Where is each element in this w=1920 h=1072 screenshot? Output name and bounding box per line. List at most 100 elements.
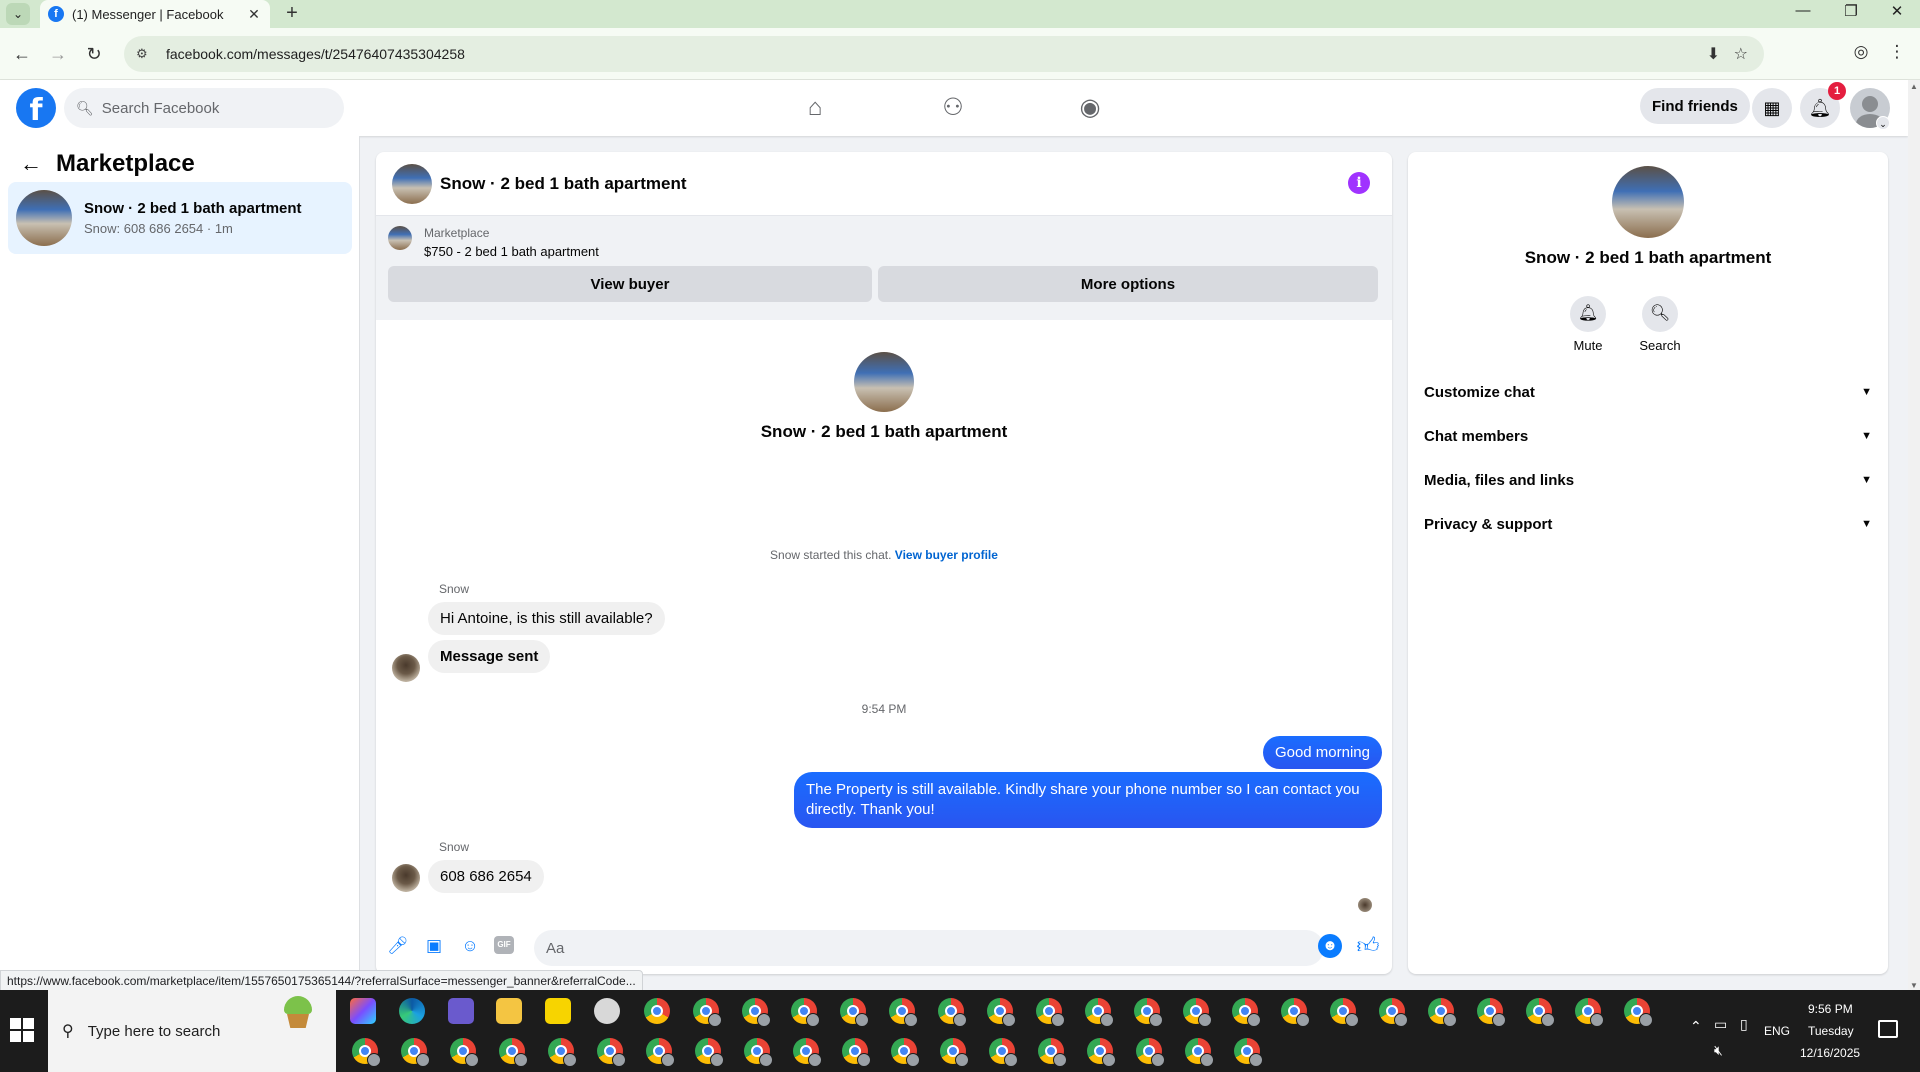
tab-close-icon[interactable]: ✕: [246, 6, 262, 23]
chrome-profile-icon[interactable]: [791, 998, 820, 1027]
chrome-profile-icon[interactable]: [744, 1038, 773, 1067]
reload-icon[interactable]: ↻: [80, 40, 108, 68]
banner-listing[interactable]: $750 - 2 bed 1 bath apartment: [424, 244, 599, 259]
search-highlight-cupcake-icon[interactable]: [284, 996, 312, 1030]
chrome-profile-icon[interactable]: [1281, 998, 1310, 1027]
page-scrollbar[interactable]: ▲ ▼: [1908, 80, 1920, 992]
thumbs-up-icon[interactable]: 👍︎: [1354, 932, 1382, 960]
chrome-profile-icon[interactable]: [1036, 998, 1065, 1027]
chrome-profile-icon[interactable]: [1575, 998, 1604, 1027]
chrome-profile-icon[interactable]: [499, 1038, 528, 1067]
mute-action[interactable]: 🔔︎ Mute: [1558, 296, 1618, 353]
outgoing-message[interactable]: The Property is still available. Kindly …: [794, 772, 1382, 828]
sender-avatar[interactable]: [392, 864, 420, 892]
chrome-profile-icon[interactable]: [1379, 998, 1408, 1027]
address-bar[interactable]: ⚙ facebook.com/messages/t/25476407435304…: [124, 36, 1764, 72]
copilot-icon[interactable]: [350, 998, 376, 1024]
windows-start-icon[interactable]: [10, 1018, 34, 1042]
chrome-profile-icon[interactable]: [742, 998, 771, 1027]
chrome-profile-icon[interactable]: [401, 1038, 430, 1067]
chrome-profile-icon[interactable]: [1232, 998, 1261, 1027]
restore-icon[interactable]: ❐: [1836, 2, 1866, 20]
chrome-profile-icon[interactable]: [940, 1038, 969, 1067]
view-buyer-button[interactable]: View buyer: [388, 266, 872, 302]
clock-date[interactable]: 12/16/2025: [1800, 1046, 1860, 1060]
chrome-profile-icon[interactable]: [1087, 1038, 1116, 1067]
back-arrow-icon[interactable]: ←: [8, 40, 36, 68]
chrome-profile-icon[interactable]: [1183, 998, 1212, 1027]
section-chat-members[interactable]: Chat members ▼: [1424, 418, 1872, 454]
sticker-icon[interactable]: ☺: [458, 934, 482, 958]
tab-search-chevron-icon[interactable]: ⌄: [6, 3, 30, 25]
chrome-profile-icon[interactable]: [1085, 998, 1114, 1027]
chrome-profile-icon[interactable]: [1428, 998, 1457, 1027]
chrome-profile-icon[interactable]: [1624, 998, 1653, 1027]
outgoing-message[interactable]: Good morning: [1262, 736, 1382, 769]
chrome-profile-icon[interactable]: [889, 998, 918, 1027]
chrome-profile-icon[interactable]: [693, 998, 722, 1027]
chrome-profile-icon[interactable]: [1234, 1038, 1263, 1067]
incoming-message[interactable]: Message sent: [428, 640, 551, 673]
window-close-icon[interactable]: ✕: [1882, 2, 1912, 20]
file-explorer-icon[interactable]: [496, 998, 522, 1024]
network-icon[interactable]: ▭: [1714, 1016, 1727, 1033]
facebook-search-input[interactable]: 🔍︎ Search Facebook: [64, 88, 344, 128]
microphone-icon[interactable]: 🎤︎: [386, 934, 410, 958]
chrome-profile-icon[interactable]: [987, 998, 1016, 1027]
clipchamp-icon[interactable]: [448, 998, 474, 1024]
minimize-icon[interactable]: —: [1788, 2, 1818, 19]
app-icon[interactable]: [594, 998, 620, 1024]
bookmark-star-icon[interactable]: ☆: [1734, 44, 1748, 64]
chrome-profile-icon[interactable]: [989, 1038, 1018, 1067]
info-icon[interactable]: i: [1348, 172, 1370, 194]
tray-overflow-chevron-icon[interactable]: ⌃: [1690, 1018, 1702, 1035]
language-indicator[interactable]: ENG: [1764, 1024, 1790, 1038]
url-text[interactable]: facebook.com/messages/t/2547640743530425…: [166, 46, 465, 62]
browser-tab[interactable]: f (1) Messenger | Facebook ✕: [40, 0, 270, 28]
account-chevron-icon[interactable]: ⌄: [1876, 116, 1890, 130]
sticky-notes-icon[interactable]: [545, 998, 571, 1024]
home-icon[interactable]: ⌂: [795, 90, 835, 126]
incoming-message[interactable]: 608 686 2654: [428, 860, 544, 893]
friends-icon[interactable]: ⚇: [933, 90, 973, 126]
profile-icon[interactable]: ◎: [1848, 42, 1874, 62]
facebook-logo-icon[interactable]: f: [16, 88, 56, 128]
chrome-profile-icon[interactable]: [1134, 998, 1163, 1027]
new-tab-plus-icon[interactable]: +: [280, 2, 304, 25]
scroll-up-icon[interactable]: ▲: [1908, 82, 1920, 91]
search-icon[interactable]: 🔍︎: [1642, 296, 1678, 332]
forward-arrow-icon[interactable]: →: [44, 40, 72, 68]
find-friends-button[interactable]: Find friends: [1640, 88, 1750, 124]
chrome-profile-icon[interactable]: [840, 998, 869, 1027]
bell-icon[interactable]: 🔔︎: [1570, 296, 1606, 332]
menu-grid-icon[interactable]: ▦: [1752, 88, 1792, 128]
gif-icon[interactable]: GIF: [494, 936, 514, 954]
chrome-profile-icon[interactable]: [1330, 998, 1359, 1027]
chrome-profile-icon[interactable]: [597, 1038, 626, 1067]
more-options-button[interactable]: More options: [878, 266, 1378, 302]
volume-muted-icon[interactable]: 🔇︎: [1714, 1042, 1723, 1059]
emoji-icon[interactable]: ☻: [1318, 934, 1342, 958]
chrome-profile-icon[interactable]: [450, 1038, 479, 1067]
clock-day[interactable]: Tuesday: [1808, 1024, 1854, 1038]
chrome-profile-icon[interactable]: [695, 1038, 724, 1067]
chrome-profile-icon[interactable]: [1185, 1038, 1214, 1067]
chrome-profile-icon[interactable]: [548, 1038, 577, 1067]
chat-title[interactable]: Snow · 2 bed 1 bath apartment: [440, 174, 687, 194]
chrome-profile-icon[interactable]: [1136, 1038, 1165, 1067]
chrome-profile-icon[interactable]: [842, 1038, 871, 1067]
conversation-item[interactable]: Snow · 2 bed 1 bath apartment Snow: 608 …: [8, 182, 352, 254]
chrome-profile-icon[interactable]: [646, 1038, 675, 1067]
chrome-profile-icon[interactable]: [938, 998, 967, 1027]
chrome-profile-icon[interactable]: [1038, 1038, 1067, 1067]
notification-center-icon[interactable]: [1878, 1020, 1898, 1038]
chrome-profile-icon[interactable]: [1477, 998, 1506, 1027]
browser-menu-icon[interactable]: ⋮: [1884, 42, 1910, 62]
section-media-files-links[interactable]: Media, files and links ▼: [1424, 462, 1872, 498]
groups-icon[interactable]: ◉: [1070, 90, 1110, 126]
view-buyer-profile-link[interactable]: View buyer profile: [895, 548, 998, 562]
chrome-profile-icon[interactable]: [793, 1038, 822, 1067]
incoming-message[interactable]: Hi Antoine, is this still available?: [428, 602, 665, 635]
sender-avatar[interactable]: [392, 654, 420, 682]
site-info-icon[interactable]: ⚙: [136, 46, 154, 62]
